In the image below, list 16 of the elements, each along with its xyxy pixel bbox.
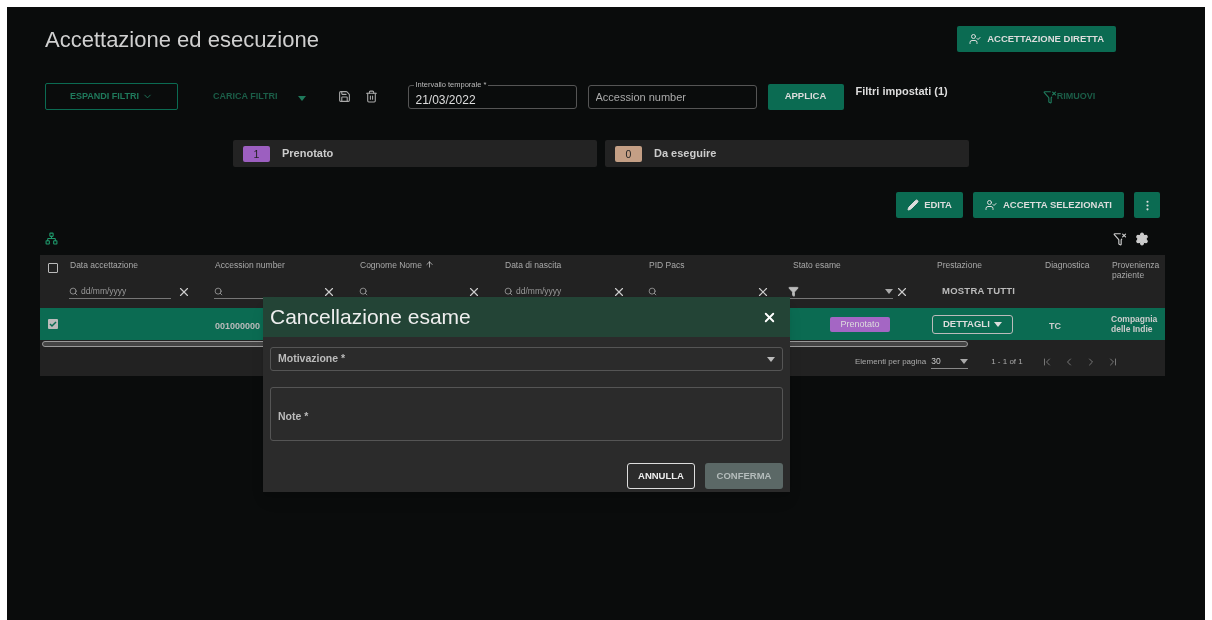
table-cell: TC xyxy=(1049,321,1061,331)
page-range: 1 - 1 of 1 xyxy=(991,355,1023,368)
table-cell: 001000000 xyxy=(215,321,261,331)
filter-placeholder: dd/mm/yyyy xyxy=(516,284,562,298)
field-value: 21/03/2022 xyxy=(415,92,476,107)
count-badge: 1 xyxy=(243,145,270,162)
status-label: Prenotato xyxy=(282,146,334,162)
status-badge: Prenotato xyxy=(830,316,890,332)
count-badge: 0 xyxy=(615,145,642,162)
filter-placeholder: dd/mm/yyyy xyxy=(81,284,127,298)
status-label: Da eseguire xyxy=(654,146,717,162)
dialog-title: Cancellazione esame xyxy=(270,304,471,331)
active-filters-label: Filtri impostati (1) xyxy=(855,84,948,99)
table-cell-text: Compagnia delle Indie xyxy=(1111,314,1159,334)
page-size-label: Elementi per pagina xyxy=(855,355,927,368)
page-title: Accettazione ed esecuzione xyxy=(45,25,319,54)
